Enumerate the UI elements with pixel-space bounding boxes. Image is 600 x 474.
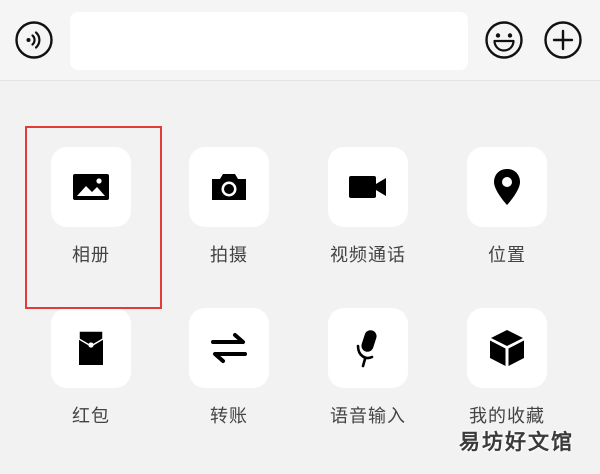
tile-label: 我的收藏 bbox=[469, 406, 545, 427]
more-button[interactable] bbox=[543, 20, 583, 60]
red-packet-icon bbox=[78, 330, 104, 365]
emoji-icon bbox=[485, 21, 523, 59]
tile-label: 转账 bbox=[210, 406, 248, 427]
location-pin-icon bbox=[494, 169, 520, 205]
voice-icon bbox=[15, 21, 53, 59]
tile-icon-box bbox=[328, 308, 408, 388]
tile-camera[interactable]: 拍摄 bbox=[169, 147, 289, 267]
tile-label: 相册 bbox=[72, 245, 110, 266]
emoji-button[interactable] bbox=[484, 20, 524, 60]
tile-red-packet[interactable]: 红包 bbox=[31, 308, 151, 428]
transfer-icon bbox=[211, 333, 247, 363]
tile-video-call[interactable]: 视频通话 bbox=[308, 147, 428, 267]
tile-label: 红包 bbox=[72, 406, 110, 427]
input-bar bbox=[0, 0, 600, 81]
tile-icon-box bbox=[467, 308, 547, 388]
favorites-cube-icon bbox=[490, 330, 524, 366]
message-input[interactable] bbox=[70, 12, 468, 70]
tile-label: 语音输入 bbox=[330, 406, 406, 427]
video-call-icon bbox=[349, 176, 386, 198]
tile-transfer[interactable]: 转账 bbox=[169, 308, 289, 428]
plus-icon bbox=[544, 21, 582, 59]
watermark: 易坊好文馆 bbox=[459, 430, 574, 454]
voice-button[interactable] bbox=[14, 20, 54, 60]
tile-icon-box bbox=[189, 308, 269, 388]
tile-icon-box bbox=[51, 308, 131, 388]
microphone-icon bbox=[356, 330, 377, 368]
tile-label: 位置 bbox=[488, 245, 526, 266]
photo-album-icon bbox=[73, 174, 109, 200]
tile-voice-input[interactable]: 语音输入 bbox=[308, 308, 428, 428]
tile-photo-album[interactable]: 相册 bbox=[31, 147, 151, 267]
tile-location[interactable]: 位置 bbox=[447, 147, 567, 267]
function-panel: 相册 拍摄 视频通话 位置 红包 转账 语音输入 我的收藏 bbox=[0, 81, 600, 474]
tile-icon-box bbox=[189, 147, 269, 227]
tile-label: 视频通话 bbox=[330, 245, 406, 266]
tile-favorites[interactable]: 我的收藏 bbox=[447, 308, 567, 428]
tile-label: 拍摄 bbox=[210, 245, 248, 266]
tile-icon-box bbox=[328, 147, 408, 227]
tile-icon-box bbox=[51, 147, 131, 227]
tile-icon-box bbox=[467, 147, 547, 227]
camera-icon bbox=[212, 174, 246, 200]
